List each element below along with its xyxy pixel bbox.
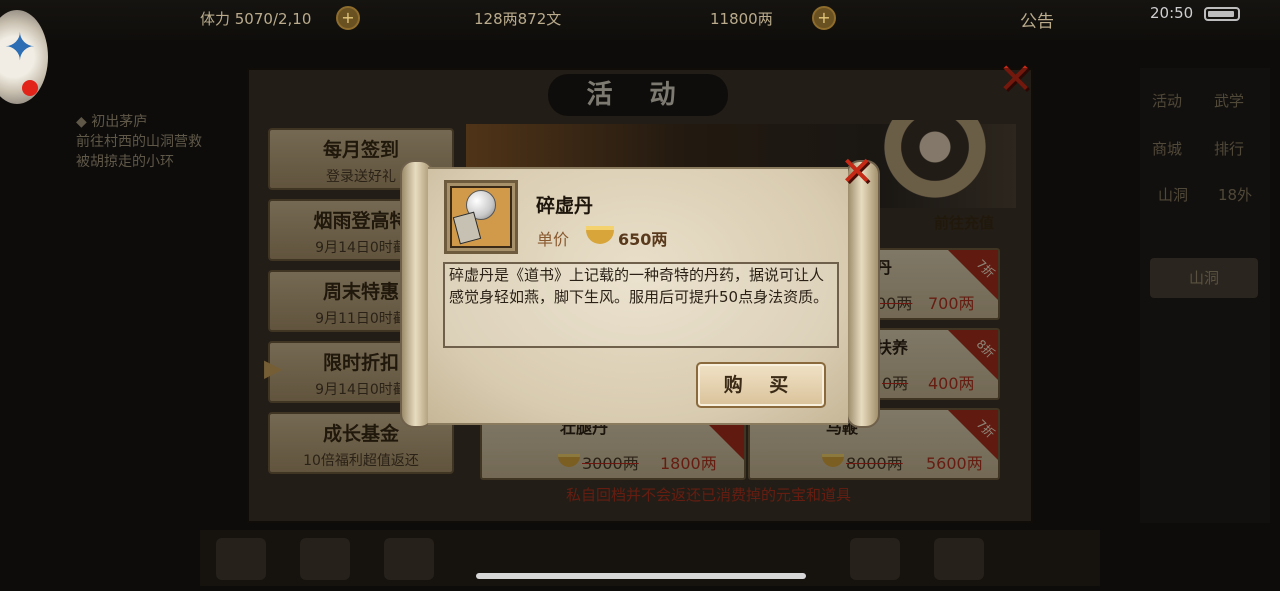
side-activity-button[interactable]: 活动 <box>1152 90 1182 111</box>
bottom-menu-icon[interactable] <box>384 538 434 580</box>
top-resource-bar <box>0 0 1280 40</box>
unit-price-label: 单价 <box>537 230 570 249</box>
quest-title: ◆ 初出茅庐 <box>76 114 148 130</box>
announcement-button[interactable]: 公告 <box>1020 7 1054 32</box>
bottom-menu-icon[interactable] <box>934 538 984 580</box>
side-martial-button[interactable]: 武学 <box>1214 90 1244 111</box>
side-shop-button[interactable]: 商城 <box>1152 138 1182 159</box>
bottom-menu-icon[interactable] <box>300 538 350 580</box>
unit-price-value: 650两 <box>618 230 668 249</box>
battery-icon <box>1204 7 1240 21</box>
quest-tracker[interactable]: ◆ 初出茅庐 前往村西的山洞营救 被胡掠走的小环 <box>76 112 202 172</box>
add-gold-button[interactable]: + <box>812 6 836 30</box>
silver-value: 128两872文 <box>474 10 562 28</box>
notification-dot <box>22 80 38 96</box>
add-stamina-button[interactable]: + <box>336 6 360 30</box>
bottom-menu-icon[interactable] <box>850 538 900 580</box>
item-description: 碎虚丹是《道书》上记载的一种奇特的丹药，据说可让人感觉身轻如燕，脚下生风。服用后… <box>449 266 829 306</box>
compass-star-icon: ✦ <box>4 25 36 69</box>
buy-button[interactable]: 购 买 <box>696 362 826 408</box>
item-name: 碎虚丹 <box>536 195 594 217</box>
status-clock: 20:50 <box>1150 4 1194 22</box>
popup-close-icon[interactable]: ✕ <box>840 152 874 192</box>
bottom-menu-icon[interactable] <box>216 538 266 580</box>
scroll-rod-right <box>846 160 880 428</box>
home-indicator[interactable] <box>476 573 806 579</box>
quest-line-1: 前往村西的山洞营救 <box>76 134 202 150</box>
side-expand-button[interactable]: 18外 <box>1218 184 1252 205</box>
stamina-value: 体力 5070/2,10 <box>200 10 312 28</box>
side-rank-button[interactable]: 排行 <box>1214 138 1244 159</box>
quest-line-2: 被胡掠走的小环 <box>76 154 174 170</box>
gold-value: 11800两 <box>710 10 773 28</box>
side-mountain-button[interactable]: 山洞 <box>1158 184 1188 205</box>
side-cave-box[interactable]: 山洞 <box>1150 258 1258 298</box>
